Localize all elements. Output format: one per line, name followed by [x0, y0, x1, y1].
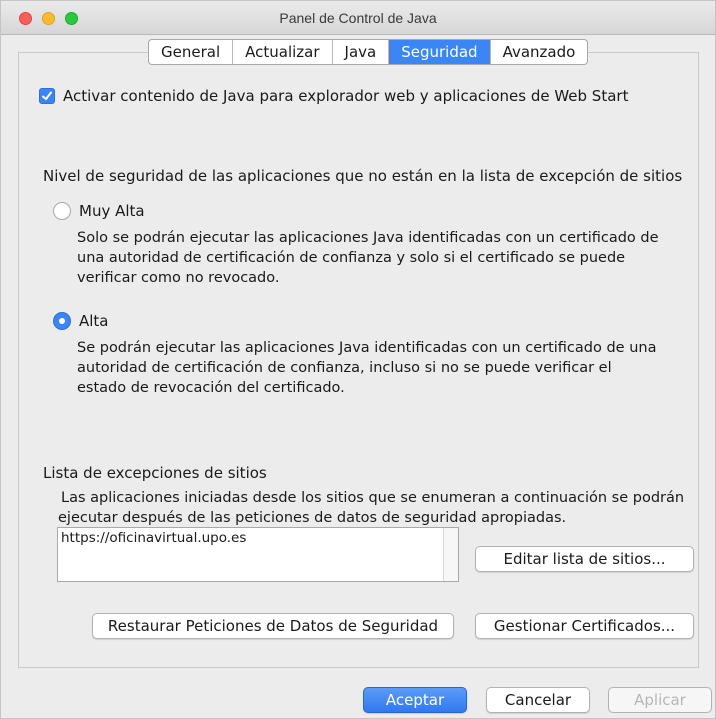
alta-description-line-1: Se podrán ejecutar las aplicaciones Java…	[77, 340, 657, 356]
exception-site-list-scrollbar[interactable]	[443, 528, 458, 581]
java-control-panel-window: Panel de Control de Java General Actuali…	[0, 0, 716, 719]
muy-alta-description-line-2: una autoridad de certificación de confia…	[77, 250, 626, 266]
apply-button[interactable]: Aplicar	[608, 687, 712, 713]
cancel-button[interactable]: Cancelar	[486, 687, 590, 713]
radio-alta[interactable]	[53, 312, 71, 330]
alta-description-line-3: estado de revocación del certificado.	[77, 380, 345, 396]
alta-description-line-2: autoridad de certificación de confianza,…	[77, 360, 612, 376]
radio-muy-alta[interactable]	[53, 202, 71, 220]
muy-alta-description-line-3: verificar como no revocado.	[77, 270, 280, 286]
radio-alta-label[interactable]: Alta	[79, 311, 109, 331]
enable-java-content-checkbox[interactable]	[39, 88, 55, 104]
tab-actualizar[interactable]: Actualizar	[233, 40, 333, 64]
title-bar[interactable]: Panel de Control de Java	[1, 1, 715, 35]
restore-security-prompts-button[interactable]: Restaurar Peticiones de Datos de Segurid…	[92, 613, 454, 639]
tab-avanzado[interactable]: Avanzado	[491, 40, 588, 64]
window-title: Panel de Control de Java	[279, 10, 437, 26]
radio-muy-alta-label[interactable]: Muy Alta	[79, 201, 145, 221]
accept-button[interactable]: Aceptar	[363, 687, 467, 713]
checkmark-icon	[42, 91, 52, 100]
exception-list-description-line-2: ejecutar después de las peticiones de da…	[58, 510, 567, 526]
muy-alta-description-line-1: Solo se podrán ejecutar las aplicaciones…	[77, 230, 659, 246]
edit-site-list-button[interactable]: Editar lista de sitios...	[475, 546, 694, 572]
exception-site-item[interactable]: https://oficinavirtual.upo.es	[61, 530, 246, 546]
tab-seguridad[interactable]: Seguridad	[389, 40, 491, 64]
tab-java[interactable]: Java	[333, 40, 390, 64]
security-level-heading: Nivel de seguridad de las aplicaciones q…	[43, 167, 683, 185]
exception-site-list[interactable]: https://oficinavirtual.upo.es	[57, 527, 459, 582]
exception-list-heading: Lista de excepciones de sitios	[43, 464, 267, 482]
tab-general[interactable]: General	[149, 40, 234, 64]
enable-java-content-label[interactable]: Activar contenido de Java para explorado…	[63, 86, 628, 106]
exception-list-description-line-1: Las aplicaciones iniciadas desde los sit…	[61, 490, 685, 506]
tab-bar: General Actualizar Java Seguridad Avanza…	[148, 39, 589, 65]
manage-certificates-button[interactable]: Gestionar Certificados...	[475, 613, 694, 639]
